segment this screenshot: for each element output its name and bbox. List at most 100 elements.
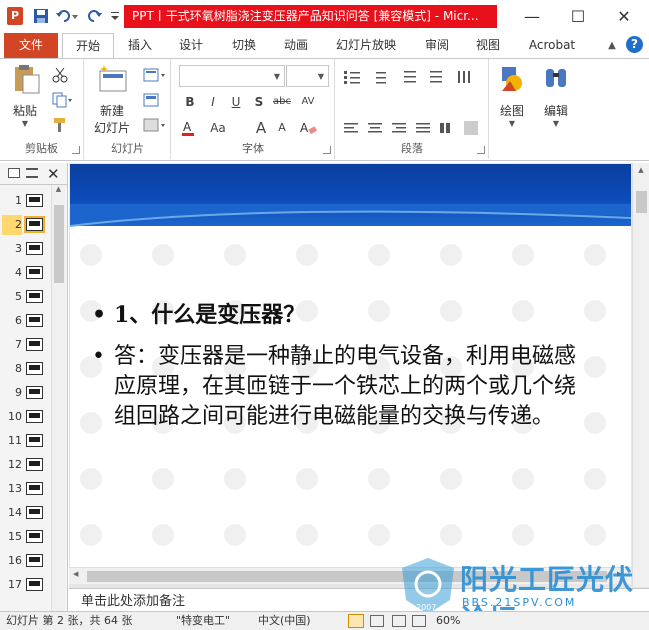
undo-icon[interactable] — [55, 8, 78, 24]
change-case-button[interactable]: Aa — [208, 118, 228, 138]
slide-thumbnail-image — [26, 362, 43, 375]
slide-thumbnail[interactable]: 8 — [0, 359, 52, 379]
watermark-mark — [368, 524, 390, 546]
slide-thumbnail[interactable]: 4 — [0, 263, 52, 283]
slide-thumbnail-number: 13 — [8, 482, 22, 495]
slide-thumbnail-number: 8 — [15, 362, 22, 375]
reset-icon[interactable] — [143, 92, 159, 108]
slide-thumbnail[interactable]: 2 — [0, 215, 52, 235]
tab-view[interactable]: 视图 — [468, 33, 508, 58]
slide-canvas[interactable]: • 1、什么是变压器？ • 答：变压器是一种静止的电气设备，利用电磁感应原理，在… — [70, 164, 631, 584]
drawing-button[interactable]: 绘图 ▼ — [494, 63, 530, 128]
watermark-mark — [152, 244, 174, 266]
shrink-font-button[interactable]: A — [272, 118, 292, 138]
slide-thumbnail[interactable]: 16 — [0, 551, 52, 571]
paragraph-group-label: 段落 — [401, 142, 423, 155]
font-launcher-icon[interactable] — [323, 146, 331, 154]
clear-formatting-icon[interactable]: A — [298, 118, 318, 138]
font-size-dropdown[interactable]: ▼ — [286, 65, 329, 87]
shadow-button[interactable]: S — [249, 92, 269, 112]
watermark-mark — [224, 468, 246, 490]
document-title: PPT丨干式环氧树脂浇注变压器产品知识问答 [兼容模式] - Micr... — [124, 5, 497, 28]
section-icon[interactable] — [143, 117, 165, 133]
minimize-button[interactable]: — — [509, 0, 555, 33]
collapse-ribbon-icon[interactable]: ▲ — [608, 40, 616, 51]
tab-insert[interactable]: 插入 — [120, 33, 160, 58]
slide-sorter-icon[interactable] — [370, 615, 384, 627]
slideshow-view-icon[interactable] — [412, 615, 426, 627]
slide-thumbnail[interactable]: 15 — [0, 527, 52, 547]
slide-thumbnail[interactable]: 7 — [0, 335, 52, 355]
character-spacing-button[interactable]: AV — [298, 92, 318, 112]
font-color-button[interactable]: A — [180, 118, 200, 138]
scroll-up-icon[interactable]: ▲ — [633, 166, 649, 174]
slide-thumbnail[interactable]: 9 — [0, 383, 52, 403]
maximize-button[interactable]: ☐ — [555, 0, 601, 33]
slide-thumbnail[interactable]: 11 — [0, 431, 52, 451]
slide-thumbnail[interactable]: 5 — [0, 287, 52, 307]
tab-design[interactable]: 设计 — [171, 33, 211, 58]
watermark-mark — [368, 468, 390, 490]
paste-button[interactable]: 粘贴 ▼ — [4, 63, 46, 128]
editing-button[interactable]: 编辑 ▼ — [538, 63, 574, 128]
grow-font-button[interactable]: A — [251, 118, 271, 138]
tab-animations[interactable]: 动画 — [276, 33, 316, 58]
scroll-left-icon[interactable]: ◀ — [73, 570, 78, 578]
close-panel-icon[interactable]: ✕ — [47, 165, 60, 183]
cut-icon[interactable] — [52, 67, 68, 83]
reading-view-icon[interactable] — [392, 615, 406, 627]
slide-thumbnail[interactable]: 10 — [0, 407, 52, 427]
slides-view-tab-icon[interactable] — [8, 168, 20, 178]
layout-icon[interactable] — [143, 67, 165, 83]
slide-thumbnail-number: 7 — [15, 338, 22, 351]
font-name-dropdown[interactable]: ▼ — [179, 65, 285, 87]
editing-group: 编辑 ▼ — [534, 59, 578, 159]
strikethrough-button[interactable]: abc — [272, 92, 292, 112]
paragraph-controls[interactable] — [342, 67, 482, 147]
close-button[interactable]: ✕ — [601, 0, 647, 33]
slide-thumbnail[interactable]: 6 — [0, 311, 52, 331]
slide-thumbnail[interactable]: 1 — [0, 191, 52, 211]
new-slide-button[interactable]: 新建 幻灯片 — [89, 63, 135, 136]
normal-view-icon[interactable] — [348, 614, 364, 628]
format-painter-icon[interactable] — [52, 117, 68, 133]
save-icon[interactable] — [33, 8, 49, 24]
language-status[interactable]: 中文(中国) — [258, 612, 311, 630]
vertical-scrollbar[interactable]: ▲ — [632, 163, 649, 587]
panel-scrollbar[interactable]: ▲ — [51, 185, 65, 611]
underline-button[interactable]: U — [226, 92, 246, 112]
paragraph-launcher-icon[interactable] — [477, 146, 485, 154]
bold-button[interactable]: B — [180, 92, 200, 112]
tab-acrobat[interactable]: Acrobat — [522, 33, 582, 58]
italic-button[interactable]: I — [203, 92, 223, 112]
watermark-mark — [440, 300, 462, 322]
tab-transitions[interactable]: 切换 — [224, 33, 264, 58]
watermark-mark — [584, 300, 606, 322]
slide-thumbnail[interactable]: 14 — [0, 503, 52, 523]
watermark-mark — [80, 468, 102, 490]
tab-review[interactable]: 审阅 — [417, 33, 457, 58]
slide-thumbnail[interactable]: 13 — [0, 479, 52, 499]
slide-thumbnail[interactable]: 17 — [0, 575, 52, 595]
theme-status: "特变电工" — [176, 614, 231, 627]
slide-thumbnail[interactable]: 12 — [0, 455, 52, 475]
copy-icon[interactable] — [52, 92, 72, 108]
tab-slideshow[interactable]: 幻灯片放映 — [331, 33, 401, 58]
watermark-mark — [80, 524, 102, 546]
watermark-mark — [152, 468, 174, 490]
slide-thumbnail[interactable]: 3 — [0, 239, 52, 259]
tab-file[interactable]: 文件 — [4, 33, 58, 58]
slide-thumbnail-number: 16 — [8, 554, 22, 567]
vertical-scroll-thumb[interactable] — [636, 191, 647, 213]
redo-icon[interactable] — [87, 8, 103, 24]
slide-thumbnail-image — [26, 242, 43, 255]
powerpoint-logo-icon[interactable]: P — [7, 7, 23, 25]
tab-home[interactable]: 开始 — [62, 33, 114, 59]
help-icon[interactable]: ? — [626, 36, 643, 53]
panel-scroll-thumb[interactable] — [54, 205, 64, 283]
drawing-group: 绘图 ▼ — [490, 59, 534, 159]
clipboard-launcher-icon[interactable] — [72, 146, 80, 154]
paste-icon — [15, 65, 40, 94]
zoom-level[interactable]: 60% — [436, 612, 460, 630]
outline-view-tab-icon[interactable] — [26, 168, 38, 178]
